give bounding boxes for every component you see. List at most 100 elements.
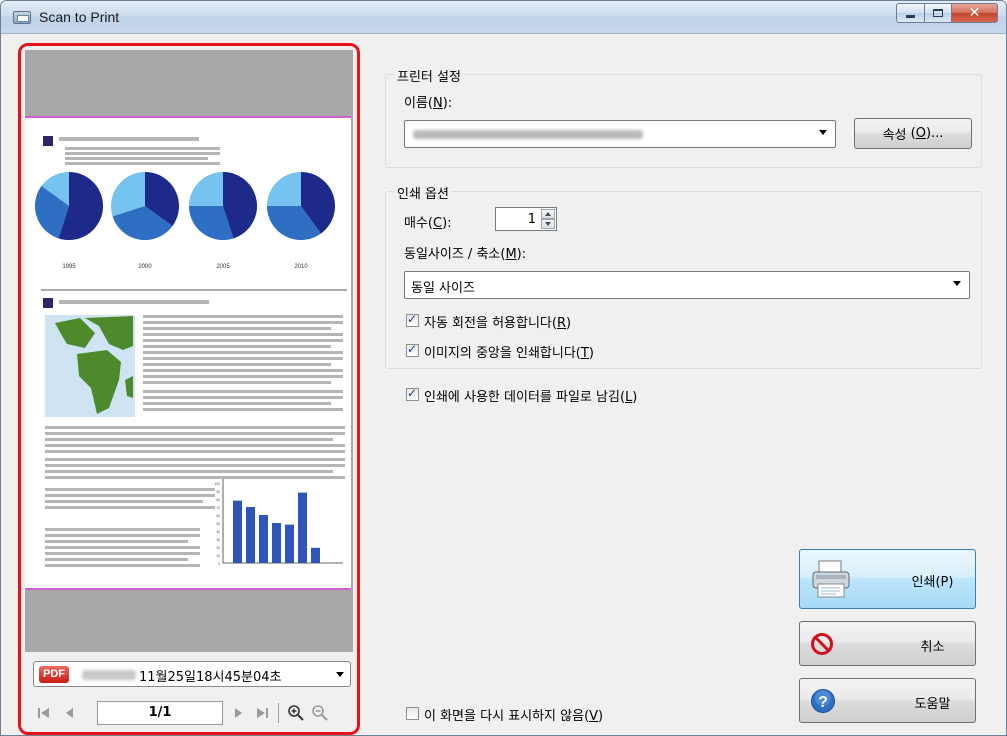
dont-show-again-mnemonic: V	[589, 709, 599, 724]
bar	[246, 507, 255, 563]
zoom-in-button[interactable]	[285, 702, 307, 724]
printer-name-mnemonic: N	[433, 96, 443, 111]
text-line	[45, 528, 200, 531]
cancel-icon	[811, 633, 833, 655]
center-image-label-text: 이미지의 중앙을 인쇄합니다	[424, 346, 576, 361]
spin-down-button[interactable]	[541, 219, 555, 229]
size-mnemonic: M	[505, 247, 517, 262]
pie-year-label: 1995	[62, 264, 76, 270]
printer-name-select[interactable]	[404, 120, 836, 148]
bar-tick-label: 80	[216, 498, 220, 502]
dont-show-again-label-text: 이 화면을 다시 표시하지 않음	[424, 709, 585, 724]
center-image-mnemonic: T	[580, 346, 589, 361]
text-line	[45, 564, 200, 567]
text-line	[45, 494, 215, 497]
text-line	[45, 506, 215, 509]
bar-tick-label: 90	[216, 490, 220, 494]
text-line	[143, 339, 343, 342]
pie-year-label: 2000	[138, 264, 152, 270]
heading-bullet	[43, 298, 53, 308]
text-line	[65, 152, 220, 155]
keep-file-label[interactable]: 인쇄에 사용한 데이터를 파일로 남김(L)	[424, 386, 637, 405]
file-select-value: 11월25일18시45분04초	[139, 670, 282, 685]
text-line	[143, 369, 343, 372]
spin-up-button[interactable]	[541, 209, 555, 219]
text-line	[143, 345, 331, 348]
chevron-down-icon	[819, 130, 827, 135]
first-page-icon	[38, 708, 49, 718]
bar	[233, 500, 242, 563]
auto-rotate-mnemonic: R	[556, 316, 566, 331]
file-select[interactable]: PDF 11월25일18시45분04초	[33, 661, 351, 687]
print-button[interactable]: 인쇄(P)	[799, 549, 976, 609]
first-page-button[interactable]	[33, 702, 55, 724]
text-line	[143, 375, 343, 378]
zoom-in-icon	[288, 705, 304, 721]
preview-panel: 1995 2000 2005 2010 100 90 80 70 60 50 40 30 20 10 0 P…	[18, 43, 360, 735]
dont-show-again-checkbox[interactable]	[406, 707, 419, 720]
blurred-filename-prefix	[82, 670, 136, 680]
cancel-button-label: 취소	[920, 640, 945, 655]
print-options-title: 인쇄 옵션	[394, 183, 452, 202]
bar	[311, 547, 320, 563]
text-line	[143, 363, 331, 366]
text-line	[143, 321, 343, 324]
center-image-checkbox[interactable]	[406, 342, 419, 357]
text-line	[143, 351, 343, 354]
auto-rotate-label-text: 자동 회전을 허용합니다	[424, 316, 552, 331]
copies-label: 매수(C):	[404, 216, 452, 231]
page-indicator[interactable]: 1/1	[97, 701, 223, 725]
minimize-icon	[906, 14, 915, 18]
size-label: 동일사이즈 / 축소(M):	[404, 247, 527, 262]
auto-rotate-label[interactable]: 자동 회전을 허용합니다(R)	[424, 312, 571, 331]
text-line	[45, 444, 345, 447]
toolbar-separator	[278, 703, 279, 723]
chevron-down-icon	[953, 281, 961, 286]
title-bar[interactable]: Scan to Print ✕	[1, 1, 1006, 34]
last-page-button[interactable]	[251, 702, 273, 724]
dont-show-again-label[interactable]: 이 화면을 다시 표시하지 않음(V)	[424, 705, 603, 724]
copies-label-text: 매수	[404, 216, 428, 231]
next-page-icon	[235, 708, 242, 718]
auto-rotate-checkbox[interactable]	[406, 312, 419, 327]
cancel-button[interactable]: 취소	[799, 621, 976, 666]
last-page-icon	[257, 708, 268, 718]
text-line	[45, 540, 188, 543]
center-image-label[interactable]: 이미지의 중앙을 인쇄합니다(T)	[424, 342, 594, 361]
text-line	[45, 552, 200, 555]
help-icon: ?	[811, 689, 835, 713]
text-line	[65, 157, 208, 160]
maximize-icon	[933, 9, 943, 17]
help-button[interactable]: ? 도움말	[799, 678, 976, 723]
pie-year-label: 2005	[216, 264, 230, 270]
printer-settings-title: 프린터 설정	[394, 66, 464, 85]
text-line	[143, 357, 343, 360]
zoom-out-button[interactable]	[309, 702, 331, 724]
next-page-button[interactable]	[227, 702, 249, 724]
bar-tick-label: 0	[218, 562, 220, 566]
close-button[interactable]: ✕	[952, 3, 998, 23]
bar	[285, 524, 294, 563]
bar-tick-label: 100	[215, 482, 221, 486]
copies-value: 1	[527, 212, 536, 227]
keep-file-checkbox[interactable]	[406, 386, 419, 401]
size-select[interactable]: 동일 사이즈	[404, 271, 970, 299]
printer-name-label-text: 이름	[404, 96, 428, 111]
previous-page-button[interactable]	[59, 702, 81, 724]
text-line	[143, 390, 343, 393]
copies-spinner[interactable]: 1	[495, 207, 557, 231]
scan-to-print-window: Scan to Print ✕ 1995 2000 2005 2010 100 90 80 7…	[0, 0, 1007, 736]
text-line	[143, 396, 343, 399]
maximize-button[interactable]	[925, 3, 952, 23]
bar-tick-label: 60	[216, 514, 220, 518]
text-line	[45, 438, 333, 441]
text-line	[45, 534, 200, 537]
text-line	[143, 402, 331, 405]
text-line	[143, 315, 343, 318]
minimize-button[interactable]	[896, 3, 925, 23]
properties-button[interactable]: 속성 (O)...	[854, 118, 972, 149]
keep-file-mnemonic: L	[625, 390, 633, 405]
text-line	[45, 450, 345, 453]
help-button-label: 도움말	[914, 697, 951, 712]
page-thumbnail: 1995 2000 2005 20101009080706050403020100	[35, 136, 347, 567]
